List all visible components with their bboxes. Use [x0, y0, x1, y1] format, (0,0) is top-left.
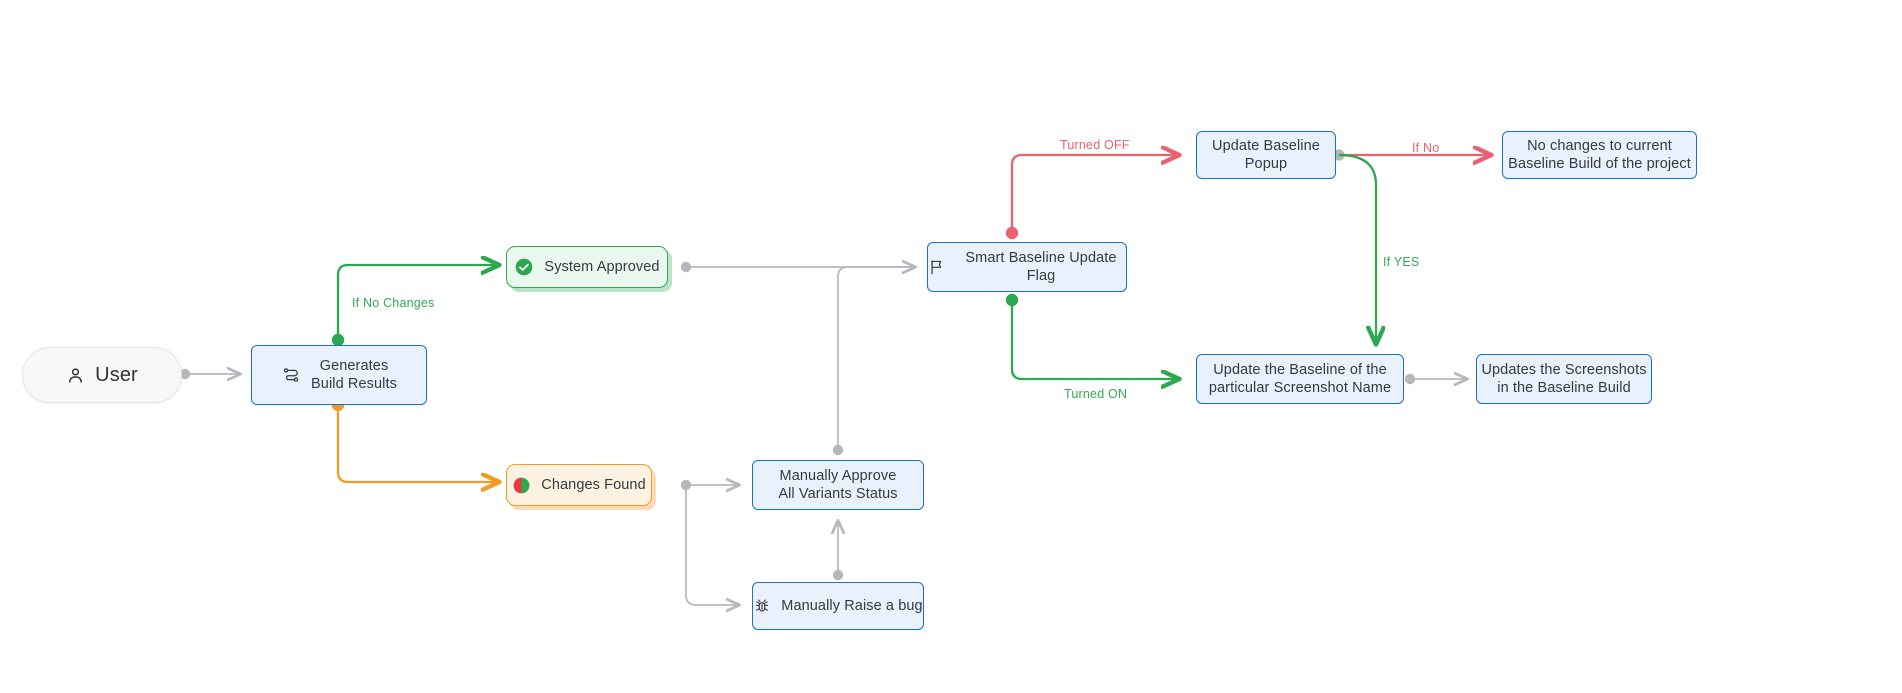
- flowchart-canvas: User Generates Build Results System Appr…: [0, 0, 1902, 693]
- edge-update-baseline-to-updates-screenshots: [1404, 374, 1468, 384]
- person-icon: [66, 366, 85, 385]
- node-system-approved[interactable]: System Approved: [506, 246, 668, 288]
- edge-label-turned-on: Turned ON: [1064, 387, 1128, 401]
- node-manually-raise-a-bug-label: Manually Raise a bug: [781, 597, 923, 614]
- node-changes-found[interactable]: Changes Found: [506, 464, 652, 506]
- edge-label-if-yes: If YES: [1383, 255, 1420, 269]
- flow-icon: [281, 365, 301, 385]
- half-circle-diff-icon: [512, 476, 531, 495]
- bug-icon: [753, 597, 771, 615]
- check-circle-icon: [514, 257, 534, 277]
- node-smart-baseline-update-flag[interactable]: Smart Baseline Update Flag: [927, 242, 1127, 292]
- node-user-label: User: [95, 363, 138, 386]
- node-updates-the-screenshots-label: Updates the Screenshots in the Baseline …: [1481, 361, 1647, 396]
- node-no-changes-to-current-baseline-build[interactable]: No changes to current Baseline Build of …: [1502, 131, 1697, 179]
- edge-label-if-no: If No: [1412, 141, 1440, 155]
- node-manually-raise-a-bug[interactable]: Manually Raise a bug: [752, 582, 924, 630]
- node-manually-approve-all-variants-status[interactable]: Manually Approve All Variants Status: [752, 460, 924, 510]
- node-update-the-baseline[interactable]: Update the Baseline of the particular Sc…: [1196, 354, 1404, 404]
- edge-raise-bug-to-manually-approve: [833, 520, 843, 581]
- node-changes-found-label: Changes Found: [541, 476, 646, 493]
- edge-label-if-no-changes: If No Changes: [352, 296, 435, 310]
- node-generates-build-results[interactable]: Generates Build Results: [251, 345, 427, 405]
- node-smart-baseline-update-flag-label: Smart Baseline Update Flag: [965, 249, 1117, 284]
- node-user[interactable]: User: [22, 347, 182, 403]
- edge-manually-approve-to-flag: [832, 266, 916, 456]
- node-system-approved-label: System Approved: [544, 258, 660, 275]
- edge-label-turned-off: Turned OFF: [1060, 138, 1130, 152]
- edge-changes-found-to-raise-bug: [685, 485, 740, 605]
- flag-icon: [928, 258, 946, 276]
- node-manually-approve-label: Manually Approve All Variants Status: [778, 467, 898, 502]
- node-update-baseline-popup-label: Update Baseline Popup: [1212, 137, 1320, 172]
- edge-user-to-generates: [179, 369, 241, 379]
- edge-popup-if-yes: [1338, 153, 1376, 345]
- edge-changes-found-to-manually-approve: [680, 480, 740, 490]
- node-no-changes-label: No changes to current Baseline Build of …: [1508, 137, 1691, 172]
- node-generates-build-results-label: Generates Build Results: [311, 357, 397, 392]
- node-update-baseline-popup[interactable]: Update Baseline Popup: [1196, 131, 1336, 179]
- edge-system-approved-to-flag: [680, 262, 916, 272]
- edge-flag-turned-off: [1005, 155, 1180, 240]
- edge-generates-to-changes-found: [331, 398, 500, 482]
- edge-flag-turned-on: [1005, 293, 1180, 379]
- node-updates-the-screenshots[interactable]: Updates the Screenshots in the Baseline …: [1476, 354, 1652, 404]
- node-update-the-baseline-label: Update the Baseline of the particular Sc…: [1208, 361, 1392, 396]
